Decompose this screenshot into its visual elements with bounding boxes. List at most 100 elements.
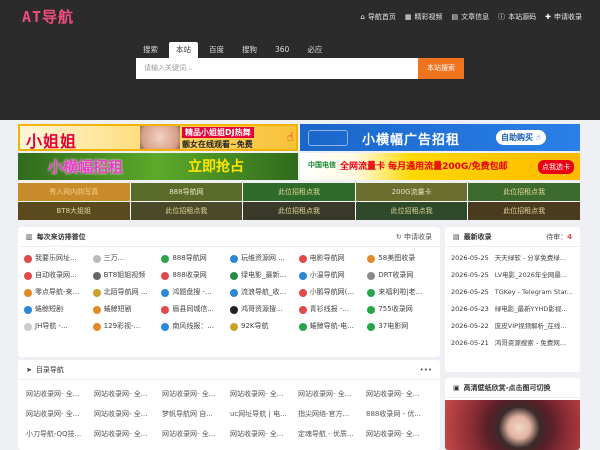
banner-ad-1[interactable]: 小姐姐 精品小姐姐DJ热舞 靓女在线观看~免费 ☝ <box>18 124 298 151</box>
visitor-site-item[interactable]: 绿电影_最新... <box>229 267 297 284</box>
visitor-site-item[interactable]: 888导航网 <box>161 250 228 267</box>
visitor-site-label: 南风线报：... <box>172 322 215 330</box>
site-favicon-icon <box>24 305 32 314</box>
visitor-site-item[interactable]: 流浪导航_收... <box>229 284 297 301</box>
text-link-1[interactable]: 888导航网 <box>130 183 243 201</box>
visitor-site-item[interactable]: 小温导航网 <box>298 267 366 284</box>
visitor-site-item[interactable]: 蜷鲸短剧 <box>92 301 160 318</box>
search-button[interactable]: 本站搜索 <box>418 58 464 79</box>
visitor-site-item[interactable]: 北陌导航网 ... <box>92 284 160 301</box>
visitor-site-item[interactable]: 我要乐网址... <box>24 250 91 267</box>
directory-item[interactable]: 网站收录网- 全... <box>162 384 228 404</box>
nav-item-1[interactable]: ▦ 精彩视频 <box>405 12 443 22</box>
visitor-site-item[interactable]: 92K导航 <box>229 318 297 335</box>
site-favicon-icon <box>229 271 238 280</box>
text-link-8[interactable]: 此位招租点我 <box>355 202 468 220</box>
visitor-site-item[interactable]: 小鹅导航网(... <box>298 284 366 301</box>
visitor-site-item[interactable]: 888收录网 <box>161 267 228 284</box>
directory-item[interactable]: 网站收录网- 全... <box>94 404 160 424</box>
visitor-site-item[interactable]: 蜷鲸导航-电... <box>298 318 366 335</box>
visitor-site-item[interactable]: 来福利啦|老... <box>367 284 434 301</box>
visitor-site-item[interactable]: 37电影网 <box>367 318 434 335</box>
search-tab-1[interactable]: 本站 <box>169 42 198 58</box>
visitor-site-item[interactable]: BT8姐姐视频 <box>92 267 160 284</box>
text-link-5[interactable]: BT8大姐姐 <box>18 202 130 220</box>
wallpaper-panel-title: 高清壁纸欣赏-点击图可切换 <box>463 383 551 392</box>
directory-item[interactable]: 定魂导航 - 优质... <box>298 424 364 444</box>
visitor-site-item[interactable]: DRT收录网 <box>367 267 434 284</box>
recent-item[interactable]: 2026-05-25 天天绿软 - 分享免费绿... <box>445 250 580 267</box>
site-logo[interactable]: AT导航 <box>22 6 74 27</box>
visitor-site-item[interactable]: 鸿题盘搜 -... <box>161 284 228 301</box>
recent-item[interactable]: 2026-05-25 TGKey - Telegram Star... <box>445 284 580 301</box>
search-tab-2[interactable]: 百度 <box>202 42 231 58</box>
visitor-site-item[interactable]: 三万... <box>92 250 160 267</box>
text-link-2[interactable]: 此位招租点我 <box>243 183 355 201</box>
recent-list: 2026-05-25 天天绿软 - 分享免费绿... 2026-05-25 LV电影_… <box>445 247 580 352</box>
nav-item-4[interactable]: ✚ 申请收录 <box>545 12 582 22</box>
visitor-site-item[interactable]: 鸿哥资源搜... <box>229 301 297 318</box>
banner-ad-4[interactable]: 中国电信 全网流量卡 每月通用流量200G/免费包邮 点我选卡 <box>300 153 580 180</box>
directory-item[interactable]: 网站收录网- 全... <box>26 404 92 424</box>
visitor-site-item[interactable]: 青衫线报 -... <box>298 301 366 318</box>
directory-item[interactable]: 网站收录网- 全... <box>162 424 228 444</box>
search-input[interactable]: 请输入关键词... <box>136 58 418 79</box>
directory-item[interactable]: 指尖网络-官方... <box>298 404 364 424</box>
directory-panel: ➤ 目录导航 ••• 网站收录网- 全... 网站收录网- 全... 网站收录网- 全… <box>18 360 440 450</box>
text-link-3[interactable]: 200G流量卡 <box>355 183 468 201</box>
text-link-grid: 秀人网内购写真 888导航网 此位招租点我 200G流量卡 此位招租点我 BT8大姐姐 此位… <box>18 183 580 220</box>
site-favicon-icon <box>298 322 307 331</box>
banner-ad-2[interactable]: 小横幅广告招租 自助购买 ☝ <box>300 124 580 151</box>
nav-item-3[interactable]: ⓘ 本站源码 <box>498 12 536 22</box>
search-tab-3[interactable]: 搜狗 <box>235 42 264 58</box>
visitor-site-item[interactable]: 自动收录网... <box>24 267 91 284</box>
text-link-6[interactable]: 此位招租点我 <box>130 202 243 220</box>
directory-item[interactable]: 梦帆导航网 自... <box>162 404 228 424</box>
visitor-site-item[interactable]: 眉县同城信... <box>161 301 228 318</box>
apply-submit-link[interactable]: ↻ 申请收录 <box>396 227 432 247</box>
text-link-0[interactable]: 秀人网内购写真 <box>18 183 130 201</box>
directory-item[interactable]: 网站收录网- 全... <box>26 384 92 404</box>
recent-item[interactable]: 2026-05-25 LV电影_2026年全网最... <box>445 267 580 284</box>
site-favicon-icon <box>161 271 170 280</box>
recent-submissions-panel: ▤ 最新收录 待审：4 2026-05-25 天天绿软 - 分享免费绿... 2026… <box>445 227 580 372</box>
nav-item-label: 文章信息 <box>461 13 490 21</box>
recent-item[interactable]: 2026-05-22 庞皮VIP视频解析_在线... <box>445 318 580 335</box>
directory-more-button[interactable]: ••• <box>420 360 432 380</box>
search-tab-4[interactable]: 360 <box>268 42 296 58</box>
banner-4-button: 点我选卡 <box>538 160 574 174</box>
directory-item[interactable]: 网站收录网- 全... <box>94 424 160 444</box>
nav-item-2[interactable]: ▤ 文章信息 <box>452 12 490 22</box>
visitor-site-item[interactable]: JH导航 -... <box>24 318 91 335</box>
recent-item[interactable]: 2026-05-23 绿电影_最新YYHD影视... <box>445 301 580 318</box>
visitor-site-label: 129彩视-... <box>103 322 141 330</box>
text-link-9[interactable]: 此位招租点我 <box>468 202 580 220</box>
visitor-site-item[interactable]: 蜷鲸短剧 <box>24 301 91 318</box>
search-tab-5[interactable]: 必应 <box>300 42 329 58</box>
directory-item[interactable]: uc网址导航 | 电... <box>230 404 296 424</box>
directory-panel-title: 目录导航 <box>35 365 64 374</box>
directory-item[interactable]: 网站收录网- 全... <box>230 384 296 404</box>
visitor-site-item[interactable]: 129彩视-... <box>92 318 160 335</box>
visitor-site-item[interactable]: 755收录网 <box>367 301 434 318</box>
directory-item[interactable]: 888收录网 - 优... <box>366 404 432 424</box>
recent-item[interactable]: 2026-05-21 鸿哥资源搜索 - 免费网... <box>445 335 580 352</box>
text-link-4[interactable]: 此位招租点我 <box>468 183 580 201</box>
visitor-site-label: 我要乐网址... <box>35 254 77 262</box>
nav-item-label: 申请收录 <box>554 13 582 21</box>
text-link-7[interactable]: 此位招租点我 <box>243 202 355 220</box>
directory-item[interactable]: 网站收录网- 全... <box>94 384 160 404</box>
visitor-site-item[interactable]: 电影导航网 <box>298 250 366 267</box>
directory-item[interactable]: 网站收录网- 全... <box>230 424 296 444</box>
wallpaper-image[interactable] <box>445 400 580 450</box>
nav-item-0[interactable]: ⌂ 导航首页 <box>360 12 395 22</box>
visitor-site-item[interactable]: 零点导航-来... <box>24 284 91 301</box>
banner-ad-3[interactable]: 小横幅招租 立即抢占 <box>18 153 298 180</box>
directory-item[interactable]: 网站收录网- 全... <box>366 424 432 444</box>
visitor-site-item[interactable]: 58美图收录 <box>367 250 434 267</box>
directory-item[interactable]: 小刀导航-QQ技... <box>26 424 92 444</box>
visitor-site-item[interactable]: 玩维资源网 ... <box>229 250 297 267</box>
directory-item[interactable]: 网站收录网- 全... <box>366 384 432 404</box>
visitor-site-item[interactable]: 南风线报：... <box>161 318 228 335</box>
directory-item[interactable]: 网站收录网- 全... <box>298 384 364 404</box>
